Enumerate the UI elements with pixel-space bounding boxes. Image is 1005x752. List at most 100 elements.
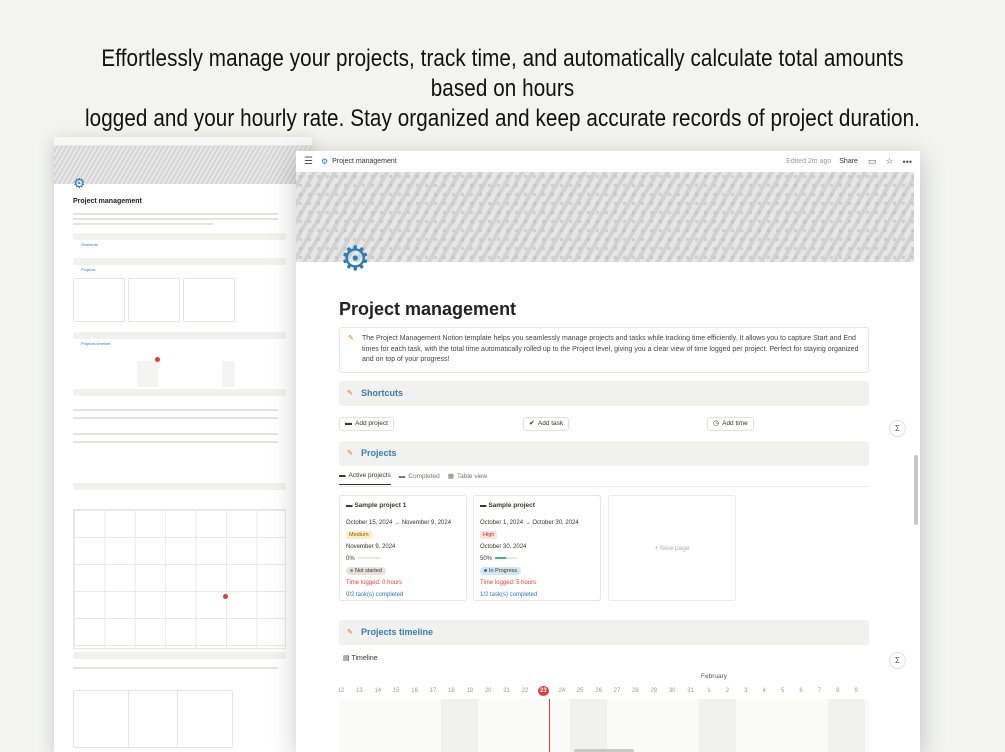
mini-section: Shortcuts xyxy=(73,233,286,247)
comment-icon[interactable]: ▭ xyxy=(868,156,877,167)
mini-text-line xyxy=(73,218,278,220)
project-card[interactable]: ▬ Sample project October 1, 2024 → Octob… xyxy=(473,495,601,601)
folder-icon: ▬ xyxy=(345,420,352,427)
pin-icon: ✎ xyxy=(347,450,353,457)
mini-topbar xyxy=(54,137,312,146)
mini-text-line xyxy=(73,223,213,225)
section-shortcuts: ✎ Shortcuts xyxy=(339,381,869,406)
pin-icon: ✎ xyxy=(348,335,354,342)
sigma-button[interactable]: Σ xyxy=(889,652,906,669)
clock-icon: ◷ xyxy=(713,420,720,427)
timeline-day: 23 xyxy=(537,686,549,696)
mini-text-line xyxy=(73,417,278,419)
section-timeline: ✎ Projects timeline xyxy=(339,620,869,645)
timeline-day: 2 xyxy=(725,688,730,694)
time-logged: Time logged: 5 hours xyxy=(480,580,537,586)
timeline-day: 5 xyxy=(780,688,785,694)
add-time-button[interactable]: ◷ Add time xyxy=(707,417,754,431)
description-text: The Project Management Notion template h… xyxy=(362,335,859,363)
scrollbar[interactable] xyxy=(914,175,918,749)
timeline-view-label[interactable]: ▤ Timeline xyxy=(343,654,378,662)
timeline-day: 26 xyxy=(595,688,602,694)
cover-image xyxy=(296,172,914,262)
weekend-band xyxy=(570,699,607,752)
weekend-band xyxy=(828,699,865,752)
headline: Effortlessly manage your projects, track… xyxy=(70,44,934,134)
sigma-button[interactable]: Σ xyxy=(889,420,906,437)
weekend-band xyxy=(441,699,478,752)
progress-fill xyxy=(495,557,507,560)
timeline-day: 8 xyxy=(836,688,840,694)
mini-section xyxy=(73,389,286,396)
tab-completed[interactable]: ▬ Completed xyxy=(399,472,440,485)
projects-tabs: ▬ Active projects ▬ Completed ▦ Table view xyxy=(339,472,487,485)
timeline-day: 16 xyxy=(411,688,418,694)
tasks-completed: 1/2 task(s) completed xyxy=(480,592,538,598)
weekend-band xyxy=(699,699,736,752)
timeline-day: 17 xyxy=(429,688,437,694)
project-due: November 9, 2024 xyxy=(346,544,396,550)
timeline-day: 3 xyxy=(744,688,748,694)
timeline-day: 4 xyxy=(762,688,766,694)
mini-text-line xyxy=(73,433,278,435)
more-icon[interactable]: ••• xyxy=(903,157,912,167)
mini-banner xyxy=(54,146,312,184)
project-due: October 30, 2024 xyxy=(480,544,527,550)
scrollbar-thumb[interactable] xyxy=(914,455,918,525)
mini-card xyxy=(73,278,125,322)
tab-active-projects[interactable]: ▬ Active projects xyxy=(339,472,391,485)
status-badge: Not started xyxy=(346,567,386,575)
progress-label: 50% xyxy=(480,556,493,562)
new-page-button[interactable]: + New page xyxy=(608,495,736,601)
mini-card xyxy=(183,278,235,322)
tab-table-view[interactable]: ▦ Table view xyxy=(448,472,488,485)
timeline-day: 24 xyxy=(558,688,566,694)
status-badge: In Progress xyxy=(480,567,522,575)
section-heading: Shortcuts xyxy=(361,388,404,398)
topbar: ☰ ⚙ Project management Edited 2m ago Sha… xyxy=(296,151,920,172)
timeline-day: 21 xyxy=(503,688,510,694)
timeline-day: 25 xyxy=(576,688,584,694)
breadcrumb[interactable]: Project management xyxy=(332,158,397,165)
mini-section xyxy=(73,652,286,659)
project-dates: October 15, 2024 → November 9, 2024 xyxy=(346,520,452,526)
timeline-day: 9 xyxy=(854,688,858,694)
add-task-button[interactable]: ✔ Add task xyxy=(523,417,570,431)
mini-page-title: Project management xyxy=(73,198,142,205)
mini-today-dot xyxy=(155,357,160,362)
timeline-day: 18 xyxy=(448,688,455,694)
mini-text-line xyxy=(73,409,278,411)
mini-gear-icon: ⚙ xyxy=(73,175,86,191)
timeline-day: 7 xyxy=(817,688,822,694)
timeline-day: 13 xyxy=(356,688,363,694)
timeline-day: 30 xyxy=(668,688,676,694)
mini-text-line xyxy=(73,213,278,215)
timeline-month: February xyxy=(701,673,728,680)
star-icon[interactable]: ☆ xyxy=(885,156,893,167)
section-heading: Projects timeline xyxy=(361,627,434,637)
menu-icon[interactable]: ☰ xyxy=(304,156,313,167)
pin-icon: ✎ xyxy=(347,629,353,636)
mini-section: Projects xyxy=(73,258,286,272)
tasks-completed: 0/2 task(s) completed xyxy=(346,592,404,598)
add-project-button[interactable]: ▬ Add project xyxy=(339,417,394,431)
page-title: Project management xyxy=(339,299,517,319)
mini-section xyxy=(73,483,286,490)
project-name: ▬ Sample project 1 xyxy=(346,502,407,509)
today-line xyxy=(549,699,550,752)
timeline-body[interactable] xyxy=(339,699,869,752)
table-icon: ▦ xyxy=(447,473,454,480)
progress-bar xyxy=(495,557,518,560)
tabs-divider xyxy=(339,486,869,487)
project-card[interactable]: ▬ Sample project 1 October 15, 2024 → No… xyxy=(339,495,467,601)
mini-calendar xyxy=(73,509,286,649)
pin-icon: ✎ xyxy=(347,390,353,397)
check-icon: ✔ xyxy=(529,420,535,427)
edited-status: Edited 2m ago xyxy=(786,158,832,165)
timeline-day: 15 xyxy=(392,688,400,694)
section-projects: ✎ Projects xyxy=(339,441,869,466)
timeline-day: 27 xyxy=(613,688,621,694)
timeline-day: 31 xyxy=(687,688,694,694)
page-gear-icon: ⚙ xyxy=(320,157,329,166)
share-button[interactable]: Share xyxy=(839,158,858,165)
